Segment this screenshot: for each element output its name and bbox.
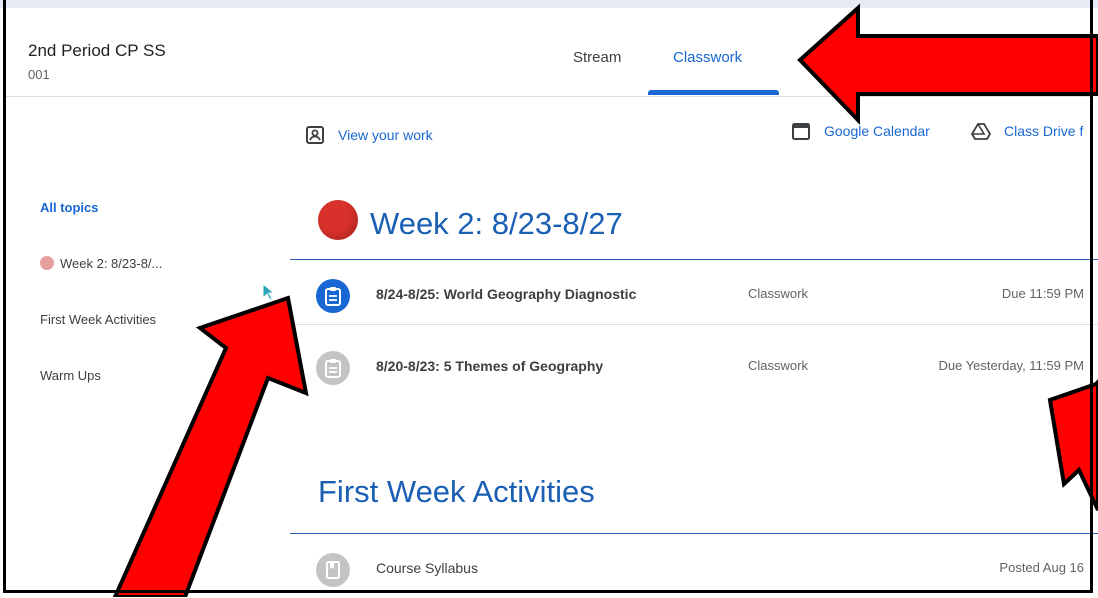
screenshot-border	[3, 0, 1093, 593]
